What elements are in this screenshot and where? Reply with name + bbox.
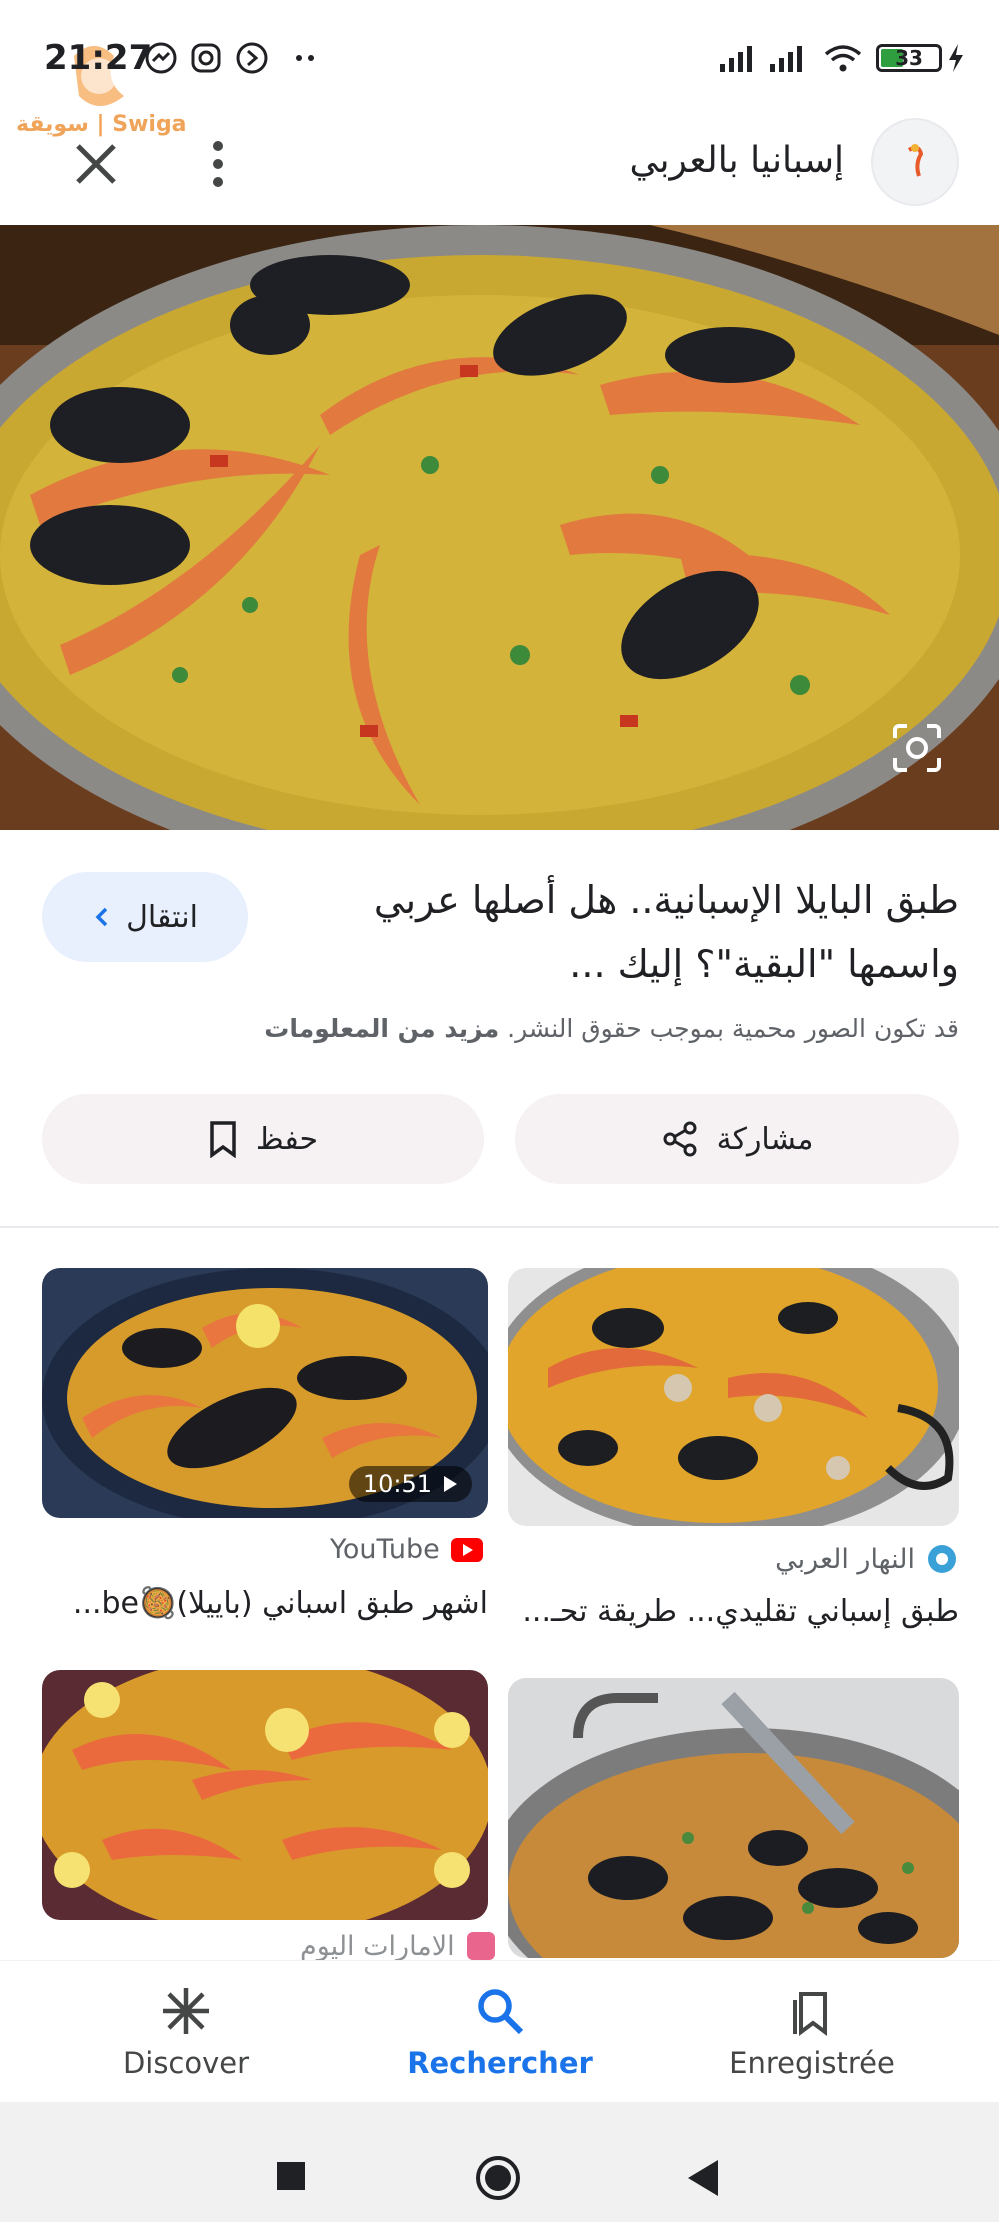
related-source: النهار العربي bbox=[775, 1542, 959, 1576]
more-notifications-icon bbox=[296, 55, 314, 61]
related-source-label: YouTube bbox=[330, 1534, 440, 1565]
battery-level: 33 bbox=[895, 46, 923, 70]
nav-search-label: Rechercher bbox=[407, 2046, 593, 2080]
related-source: الامارات اليوم bbox=[300, 1930, 497, 1962]
battery-icon: 33 bbox=[876, 44, 942, 72]
bookmarks-icon bbox=[793, 1992, 827, 2036]
bottom-navigation: Discover Rechercher Enregistrée bbox=[0, 1960, 999, 2103]
divider bbox=[0, 1226, 999, 1228]
related-source: YouTube bbox=[330, 1534, 484, 1565]
signal-icon bbox=[720, 46, 752, 72]
signal-icon-2 bbox=[770, 46, 802, 72]
nav-saved-label: Enregistrée bbox=[729, 2046, 895, 2080]
related-image[interactable] bbox=[42, 1670, 488, 1920]
home-icon[interactable] bbox=[474, 2154, 522, 2202]
system-navigation-bar bbox=[0, 2102, 999, 2222]
main-result-image[interactable] bbox=[0, 225, 999, 830]
nav-discover[interactable]: Discover bbox=[56, 1961, 316, 2103]
wifi-icon bbox=[824, 45, 862, 72]
copyright-text: قد تكون الصور محمية بموجب حقوق النشر. bbox=[507, 1014, 959, 1043]
back-icon[interactable] bbox=[686, 2158, 720, 2198]
video-duration-label: 10:51 bbox=[362, 1470, 432, 1498]
annahar-logo-icon bbox=[928, 1545, 956, 1573]
search-icon bbox=[478, 1989, 524, 2035]
youtube-icon bbox=[450, 1537, 483, 1562]
play-icon bbox=[444, 1476, 457, 1492]
site-name[interactable]: إسبانيا بالعربي bbox=[629, 140, 844, 181]
charging-icon bbox=[949, 44, 963, 72]
nav-saved[interactable]: Enregistrée bbox=[682, 1961, 942, 2103]
related-caption[interactable]: اشهر طبق اسباني (باييلا)🥘be... bbox=[42, 1586, 488, 1621]
status-bar: سويقة | Swiga 21:27 33 bbox=[0, 0, 999, 137]
emarat-alyoum-logo-icon bbox=[466, 1932, 495, 1960]
save-label: حفظ bbox=[255, 1121, 319, 1157]
chevron-left-icon bbox=[95, 907, 108, 927]
share-button[interactable]: مشاركة bbox=[515, 1094, 959, 1184]
instagram-icon bbox=[191, 43, 221, 73]
related-source-label: الامارات اليوم bbox=[300, 1930, 455, 1962]
go-to-site-label: انتقال bbox=[126, 899, 198, 935]
nav-search[interactable]: Rechercher bbox=[370, 1961, 630, 2103]
related-caption[interactable]: طبق إسباني تقليدي... طريقة تحـ... bbox=[508, 1594, 959, 1629]
clock: 21:27 bbox=[44, 38, 153, 78]
related-source-label: النهار العربي bbox=[775, 1543, 915, 1575]
share-label: مشاركة bbox=[716, 1121, 814, 1157]
app-notification-icon bbox=[236, 42, 268, 74]
related-image[interactable] bbox=[508, 1678, 959, 1958]
site-logo-icon bbox=[907, 144, 924, 177]
recent-apps-icon[interactable] bbox=[275, 2160, 307, 2192]
share-icon bbox=[663, 1121, 697, 1157]
result-title[interactable]: طبق البايلا الإسبانية.. هل أصلها عربي وا… bbox=[319, 868, 959, 996]
related-image[interactable] bbox=[508, 1268, 959, 1526]
nav-discover-label: Discover bbox=[122, 2046, 250, 2080]
close-icon[interactable] bbox=[68, 136, 124, 192]
more-vert-icon[interactable] bbox=[198, 136, 238, 192]
video-duration: 10:51 bbox=[348, 1466, 472, 1502]
save-button[interactable]: حفظ bbox=[42, 1094, 484, 1184]
messenger-icon bbox=[145, 42, 177, 74]
bookmark-icon bbox=[210, 1121, 236, 1158]
watermark-text: سويقة | Swiga bbox=[16, 112, 187, 137]
site-avatar[interactable] bbox=[871, 118, 959, 206]
copyright-notice: قد تكون الصور محمية بموجب حقوق النشر. مز… bbox=[39, 1014, 959, 1043]
more-info-link[interactable]: مزيد من المعلومات bbox=[264, 1014, 499, 1043]
lens-search-icon[interactable] bbox=[887, 718, 947, 778]
asterisk-icon bbox=[163, 1988, 209, 2034]
go-to-site-button[interactable]: انتقال bbox=[42, 872, 248, 962]
related-image[interactable]: 10:51 bbox=[42, 1268, 488, 1518]
